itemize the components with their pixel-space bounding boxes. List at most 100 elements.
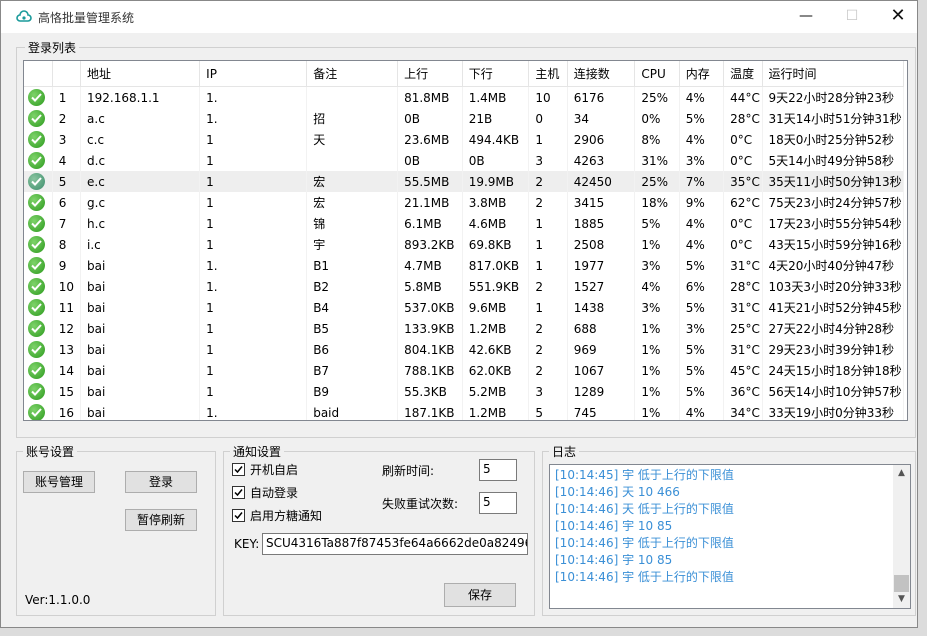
cell-mem: 4% [679,86,725,108]
cell-temp: 34°C [723,402,763,420]
cell-n: 3 [52,129,82,150]
cell-conn: 2508 [567,234,636,255]
status-cell [24,318,53,339]
cell-note: 锦 [306,213,399,234]
column-header[interactable]: 地址 [80,61,201,87]
cell-cpu: 1% [634,360,680,381]
column-header[interactable]: 连接数 [567,61,636,87]
column-header[interactable] [52,61,82,87]
cell-temp: 35°C [723,171,763,192]
close-button[interactable]: ✕ [875,1,921,33]
scroll-up-icon[interactable]: ▲ [893,465,910,482]
column-header[interactable]: 上行 [397,61,463,87]
cell-down: 42.6KB [462,339,530,360]
cell-hosts: 2 [528,360,568,381]
table-row[interactable]: 12 bai 1 B5 133.9KB 1.2MB 2 688 1% 3% 25°C 27天22小时4… [24,318,905,339]
table-row[interactable]: 15 bai 1 B9 55.3KB 5.2MB 3 1289 1% 5% 36°C 56天14小时1… [24,381,905,402]
cell-mem: 5% [679,255,725,276]
cell-cpu: 3% [634,297,680,318]
cell-note: 宏 [306,192,399,213]
log-scrollbar[interactable]: ▲ ▼ [893,465,910,608]
cell-up: 893.2KB [397,234,463,255]
table-row[interactable]: 3 c.c 1 天 23.6MB 494.4KB 1 2906 8% 4% 0°C 18天0小时25分… [24,129,905,150]
column-header[interactable] [24,61,53,87]
table-row[interactable]: 11 bai 1 B4 537.0KB 9.6MB 1 1438 3% 5% 31°C 41天21小时… [24,297,905,318]
maximize-button[interactable]: ☐ [829,1,875,33]
autologin-checkbox[interactable]: 自动登录 [232,484,298,502]
column-header[interactable]: 下行 [462,61,530,87]
cell-down: 1.2MB [462,402,530,420]
cell-n: 13 [52,339,82,360]
cell-temp: 25°C [723,318,763,339]
cell-addr: a.c [80,108,201,129]
log-line: [10:14:46] 天 低于上行的下限值 [555,502,734,516]
cell-n: 14 [52,360,82,381]
status-ok-icon [28,341,45,358]
retry-count-label: 失败重试次数: [382,497,459,511]
title-bar[interactable]: 高恪批量管理系统 — ☐ ✕ [1,1,917,33]
cell-note: 宏 [306,171,399,192]
table-row[interactable]: 4 d.c 1 0B 0B 3 4263 31% 3% 0°C 5天14小时49分钟58秒 [24,150,905,171]
table-row[interactable]: 13 bai 1 B6 804.1KB 42.6KB 2 969 1% 5% 31°C 29天23小时… [24,339,905,360]
cell-ip: 1 [199,339,308,360]
account-manage-button[interactable]: 账号管理 [23,471,95,493]
minimize-button[interactable]: — [783,1,829,33]
log-group: 日志 [10:14:45] 宇 低于上行的下限值 [10:14:46] 天 10 … [542,443,916,616]
cell-uptime: 41天21小时52分钟45秒 [762,297,905,318]
key-input[interactable]: SCU4316Ta887f87453fe64a6662de0a82496e4 [262,533,528,555]
table-row[interactable]: 5 e.c 1 宏 55.5MB 19.9MB 2 42450 25% 7% 35°C 35天11小时… [24,171,905,192]
cell-up: 55.5MB [397,171,463,192]
login-list-view[interactable]: 地址 IP 备注 上行 下行 主机 连接数 CPU 内存 温度 运行时间 1 192.168.1.1 1… [23,60,908,421]
refresh-time-input[interactable]: 5 [479,459,517,481]
cell-n: 4 [52,150,82,171]
cell-uptime: 24天15小时18分钟18秒 [762,360,905,381]
column-header[interactable]: IP [199,61,308,87]
table-row[interactable]: 7 h.c 1 锦 6.1MB 4.6MB 1 1885 5% 4% 0°C 17天23小时55分钟5… [24,213,905,234]
cell-addr: bai [80,318,201,339]
cell-ip: 1. [199,86,308,108]
column-header[interactable]: 温度 [723,61,763,87]
ftqq-notify-checkbox[interactable]: 启用方糖通知 [232,507,322,525]
cell-mem: 3% [679,150,725,171]
status-cell [24,276,53,297]
column-header[interactable]: 主机 [528,61,568,87]
cell-temp: 31°C [723,255,763,276]
autostart-checkbox[interactable]: 开机自启 [232,461,298,479]
column-header[interactable]: 运行时间 [762,61,905,87]
main-window: 高恪批量管理系统 — ☐ ✕ 登录列表 地址 IP 备注 上行 下行 主机 连接数 CPU 内存… [0,0,918,628]
table-row[interactable]: 14 bai 1 B7 788.1KB 62.0KB 2 1067 1% 5% 45°C 24天15小… [24,360,905,381]
cell-note: baid [306,402,399,420]
save-button[interactable]: 保存 [444,583,516,607]
column-header[interactable]: 备注 [306,61,399,87]
table-row[interactable]: 16 bai 1. baid 187.1KB 1.2MB 5 745 1% 4% 34°C 33天19… [24,402,905,420]
cell-ip: 1 [199,192,308,213]
cell-ip: 1 [199,234,308,255]
table-row[interactable]: 10 bai 1. B2 5.8MB 551.9KB 2 1527 4% 6% 28°C 103天3小… [24,276,905,297]
cell-up: 133.9KB [397,318,463,339]
table-row[interactable]: 2 a.c 1. 招 0B 21B 0 34 0% 5% 28°C 31天14小时51分钟31秒 [24,108,905,129]
cell-cpu: 1% [634,402,680,420]
cell-hosts: 3 [528,150,568,171]
scroll-thumb[interactable] [894,575,909,592]
login-table: 地址 IP 备注 上行 下行 主机 连接数 CPU 内存 温度 运行时间 1 192.168.1.1 1… [24,61,905,420]
cell-up: 5.8MB [397,276,463,297]
pause-refresh-button[interactable]: 暂停刷新 [125,509,197,531]
cell-mem: 5% [679,297,725,318]
refresh-time-label: 刷新时间: [382,464,435,478]
log-view[interactable]: [10:14:45] 宇 低于上行的下限值 [10:14:46] 天 10 466… [549,464,911,609]
column-header[interactable]: CPU [634,61,680,87]
table-row[interactable]: 6 g.c 1 宏 21.1MB 3.8MB 2 3415 18% 9% 62°C 75天23小时24… [24,192,905,213]
login-list-group: 登录列表 地址 IP 备注 上行 下行 主机 连接数 CPU 内存 温度 运行时间 1 192.168… [16,39,916,438]
cell-conn: 3415 [567,192,636,213]
retry-count-input[interactable]: 5 [479,492,517,514]
table-row[interactable]: 8 i.c 1 宇 893.2KB 69.8KB 1 2508 1% 4% 0°C 43天15小时59… [24,234,905,255]
column-header[interactable]: 内存 [679,61,725,87]
scroll-down-icon[interactable]: ▼ [893,591,910,608]
table-row[interactable]: 1 192.168.1.1 1. 81.8MB 1.4MB 10 6176 25% 4% 44°C… [24,86,905,108]
cell-ip: 1 [199,171,308,192]
cell-n: 2 [52,108,82,129]
login-button[interactable]: 登录 [125,471,197,493]
table-row[interactable]: 9 bai 1. B1 4.7MB 817.0KB 1 1977 3% 5% 31°C 4天20小时4… [24,255,905,276]
account-settings-group: 账号设置 账号管理 登录 暂停刷新 Ver:1.1.0.0 [16,443,216,616]
cell-conn: 688 [567,318,636,339]
